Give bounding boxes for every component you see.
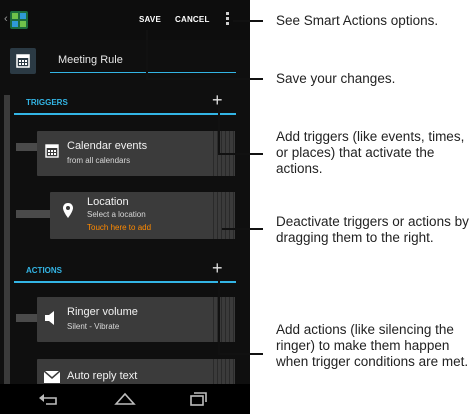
trigger-subtitle: Select a location (87, 210, 146, 219)
drag-rail (4, 95, 10, 385)
overflow-menu-icon[interactable] (226, 12, 230, 28)
save-button[interactable]: SAVE (139, 15, 161, 24)
triggers-header: TRIGGERS (26, 98, 68, 107)
leader-line-options (233, 20, 263, 22)
leader-line-save (146, 78, 263, 80)
cancel-button[interactable]: CANCEL (175, 15, 210, 24)
drag-grip[interactable] (213, 297, 235, 342)
leader-line-save (146, 30, 148, 79)
trigger-title: Calendar events (67, 140, 148, 152)
up-caret-icon[interactable]: ‹ (4, 13, 8, 25)
recent-apps-icon[interactable] (186, 392, 208, 406)
navigation-bar (0, 384, 250, 414)
callout-add-actions: Add actions (like silencing the ringer) … (276, 322, 469, 369)
phone-screen: ‹ SAVE CANCEL Meeting Rule TRIGGERS + Ca… (0, 0, 250, 414)
leader-line-actions (218, 353, 263, 355)
triggers-divider (14, 113, 236, 115)
location-pin-icon (63, 203, 73, 218)
leader-line-triggers (218, 153, 263, 155)
envelope-icon (44, 371, 60, 383)
action-title: Ringer volume (67, 306, 138, 318)
trigger-title: Location (87, 196, 129, 208)
rule-name-underline (50, 72, 236, 73)
back-icon[interactable] (38, 392, 60, 406)
trigger-card-location[interactable]: Location Select a location Touch here to… (50, 192, 235, 239)
home-icon[interactable] (114, 392, 136, 406)
callout-options: See Smart Actions options. (276, 13, 439, 28)
speaker-icon (45, 311, 54, 325)
actions-divider (14, 281, 236, 283)
calendar-icon (45, 144, 59, 158)
leader-line-triggers (218, 108, 220, 154)
smart-actions-app-icon[interactable] (10, 11, 28, 29)
callout-deactivate: Deactivate triggers or actions by draggi… (276, 214, 469, 245)
action-title: Auto reply text (67, 370, 138, 382)
add-trigger-button[interactable]: + (212, 91, 223, 109)
action-card-ringer[interactable]: Ringer volume Silent - Vibrate (37, 297, 235, 342)
callout-save: Save your changes. (276, 71, 396, 86)
rule-name-field[interactable]: Meeting Rule (58, 54, 123, 66)
calendar-icon (10, 48, 36, 74)
action-subtitle: Silent - Vibrate (67, 322, 120, 331)
actions-header: ACTIONS (26, 266, 62, 275)
trigger-subtitle: from all calendars (67, 156, 131, 165)
leader-line-deactivate (222, 228, 263, 230)
trigger-hint[interactable]: Touch here to add (87, 223, 151, 232)
drag-grip[interactable] (213, 192, 235, 239)
leader-line-actions (218, 272, 220, 354)
trigger-connector (16, 210, 54, 218)
trigger-card-calendar[interactable]: Calendar events from all calendars (37, 131, 235, 176)
callout-add-triggers: Add triggers (like events, times, or pla… (276, 129, 465, 176)
action-bar: ‹ SAVE CANCEL (0, 0, 250, 40)
